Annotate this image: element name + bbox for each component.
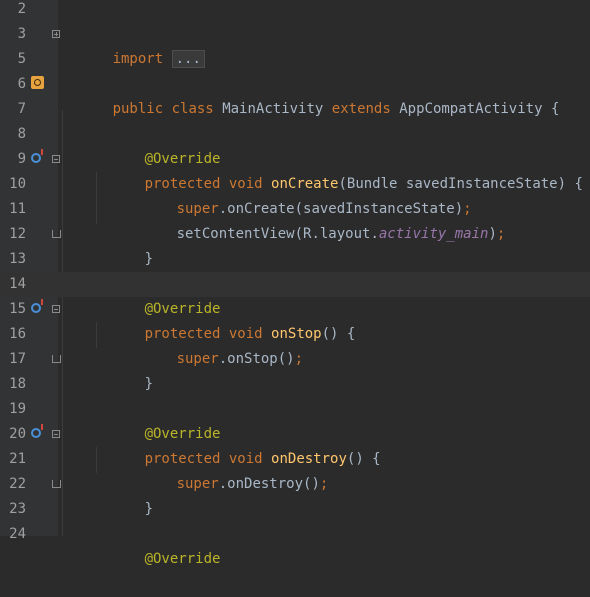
- line-number: 6: [17, 76, 26, 92]
- line-number: 23: [9, 501, 26, 517]
- code-line[interactable]: 5: [0, 47, 590, 72]
- code-line[interactable]: 12 }: [0, 222, 590, 267]
- code-line[interactable]: 8 @Override: [0, 122, 590, 167]
- code-line[interactable]: 22 }: [0, 472, 590, 517]
- line-number: 14: [9, 276, 26, 292]
- line-number: 3: [17, 26, 26, 42]
- code-line[interactable]: 2: [0, 0, 590, 22]
- code-line[interactable]: 16 super.onStop();: [0, 322, 590, 367]
- code-line-current[interactable]: 14 @Override: [0, 272, 590, 317]
- override-method-icon[interactable]: [31, 299, 43, 313]
- line-number: 22: [9, 476, 26, 492]
- code-line[interactable]: 19 @Override: [0, 397, 590, 442]
- code-text: @Override: [94, 522, 221, 597]
- code-line[interactable]: 15 protected void onStop() {: [0, 297, 590, 342]
- line-number: 11: [9, 201, 26, 217]
- line-number: 24: [9, 526, 26, 542]
- code-line[interactable]: 13: [0, 247, 590, 272]
- code-line[interactable]: 10 super.onCreate(savedInstanceState);: [0, 172, 590, 217]
- fold-collapse-icon[interactable]: [52, 305, 60, 313]
- line-number: 9: [17, 151, 26, 167]
- code-line[interactable]: 3 import ...: [0, 22, 590, 68]
- fold-collapse-icon[interactable]: [52, 155, 60, 163]
- line-number: 16: [9, 326, 26, 342]
- line-number: 21: [9, 451, 26, 467]
- override-method-icon[interactable]: [31, 424, 43, 438]
- line-number: 20: [9, 426, 26, 442]
- line-number: 10: [9, 176, 26, 192]
- line-number: 7: [17, 101, 26, 117]
- line-number: 5: [17, 51, 26, 67]
- code-line[interactable]: 17 }: [0, 347, 590, 392]
- code-editor[interactable]: 2 3 import ... 5 6 public class MainActi…: [0, 0, 590, 567]
- class-icon[interactable]: [31, 76, 44, 89]
- fold-end-icon[interactable]: [52, 480, 61, 488]
- code-line[interactable]: 6 public class MainActivity extends AppC…: [0, 72, 590, 117]
- override-annotation: @Override: [144, 551, 221, 567]
- line-number: 2: [17, 1, 26, 17]
- code-line[interactable]: 18: [0, 372, 590, 397]
- fold-collapse-icon[interactable]: [52, 430, 60, 438]
- line-number: 8: [17, 126, 26, 142]
- line-number: 17: [9, 351, 26, 367]
- override-method-icon[interactable]: [31, 149, 43, 163]
- code-line[interactable]: 24 @Override: [0, 522, 590, 567]
- line-number: 12: [9, 226, 26, 242]
- code-line[interactable]: 20 protected void onDestroy() {: [0, 422, 590, 467]
- fold-expand-icon[interactable]: [52, 30, 60, 38]
- code-line[interactable]: 9 protected void onCreate(Bundle savedIn…: [0, 147, 590, 192]
- code-line[interactable]: 11 setContentView(R.layout.activity_main…: [0, 197, 590, 242]
- line-number: 15: [9, 301, 26, 317]
- line-number: 18: [9, 376, 26, 392]
- fold-end-icon[interactable]: [52, 355, 61, 363]
- line-number: 19: [9, 401, 26, 417]
- code-line[interactable]: 21 super.onDestroy();: [0, 447, 590, 492]
- fold-end-icon[interactable]: [52, 230, 61, 238]
- code-line[interactable]: 7: [0, 97, 590, 122]
- code-line[interactable]: 23: [0, 497, 590, 522]
- line-number: 13: [9, 251, 26, 267]
